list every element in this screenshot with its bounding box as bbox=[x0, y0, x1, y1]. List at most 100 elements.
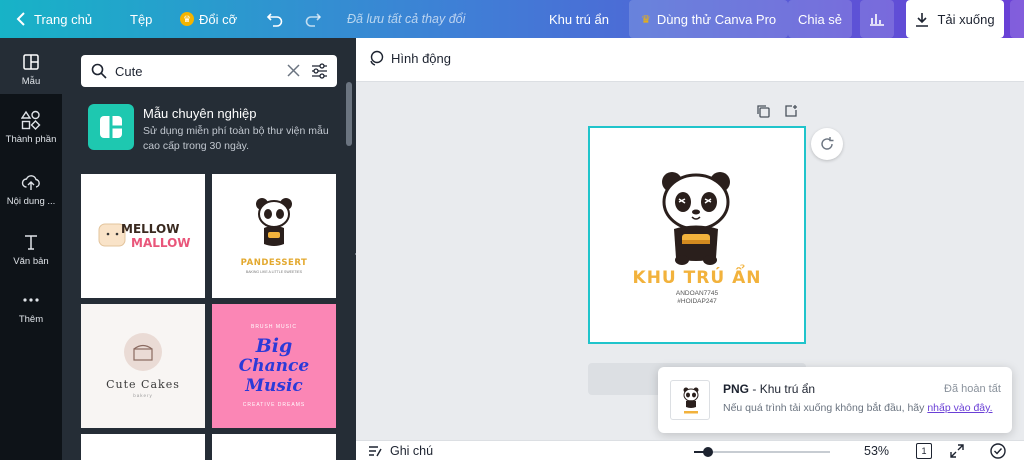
notes-icon bbox=[369, 446, 382, 457]
search-box bbox=[81, 55, 337, 87]
resize-label: Đổi cỡ bbox=[199, 11, 238, 27]
rail-item-text[interactable]: Văn bản bbox=[0, 232, 62, 267]
toast-title: PNG - Khu trú ẩn bbox=[723, 382, 815, 396]
design-title[interactable]: Khu trú ẩn bbox=[549, 0, 609, 38]
rail-label-more: Thêm bbox=[18, 314, 44, 325]
rail-label-text: Văn bản bbox=[13, 256, 49, 267]
bottom-bar: Ghi chú 53% 1 bbox=[356, 440, 1024, 460]
templates-icon bbox=[23, 54, 39, 70]
zoom-slider-handle[interactable] bbox=[702, 447, 713, 457]
panel-scrollbar[interactable] bbox=[346, 82, 352, 146]
home-button[interactable]: Trang chủ bbox=[16, 0, 92, 38]
music-line1: Big bbox=[255, 335, 293, 357]
more-options-button[interactable] bbox=[1010, 0, 1024, 38]
undo-button[interactable] bbox=[266, 0, 284, 38]
toast-thumbnail bbox=[670, 380, 710, 420]
rail-label-templates: Mẫu bbox=[21, 76, 41, 87]
rail-item-more[interactable]: Thêm bbox=[0, 290, 62, 325]
rail-label-uploads: Nội dung ... bbox=[6, 196, 56, 207]
music-line3: Music bbox=[245, 376, 303, 396]
animate-label: Hình động bbox=[391, 50, 451, 66]
notes-button[interactable]: Ghi chú bbox=[368, 444, 433, 458]
canvas-sub-line1: ANDOAN7745 bbox=[675, 290, 719, 297]
mellow-line2: MALLOW bbox=[131, 236, 191, 250]
music-arc-top: BRUSH MUSIC bbox=[250, 324, 297, 330]
redo-icon bbox=[305, 13, 322, 27]
search-icon bbox=[91, 63, 107, 79]
toast-help-text: Nếu quá trình tải xuống không bắt đầu, h… bbox=[723, 402, 928, 414]
cute-cakes-line2: bakery bbox=[133, 393, 153, 398]
toast-status: Đã hoàn tất bbox=[944, 383, 1001, 395]
file-menu[interactable]: Tệp bbox=[130, 0, 152, 38]
page-tools bbox=[756, 104, 798, 118]
pro-templates-icon bbox=[88, 104, 134, 150]
animate-button[interactable]: Hình động bbox=[368, 50, 451, 66]
templates-panel: Mẫu chuyên nghiệp Sử dụng miễn phí toàn … bbox=[62, 38, 356, 460]
cute-cakes-line1: Cute Cakes bbox=[106, 378, 180, 391]
add-page-icon[interactable] bbox=[784, 104, 798, 118]
cloud-upload-icon bbox=[21, 175, 40, 190]
filter-icon[interactable] bbox=[311, 63, 328, 79]
panda-illustration bbox=[662, 172, 730, 265]
template-thumb-mellow-mallow[interactable]: MELLOW MALLOW bbox=[81, 174, 205, 298]
music-line2: Chance bbox=[238, 356, 310, 376]
mellow-line1: MELLOW bbox=[121, 222, 180, 236]
bar-chart-icon bbox=[870, 14, 884, 26]
template-thumb-big-chance-music[interactable]: BRUSH MUSIC Big Chance Music CREATIVE DR… bbox=[212, 304, 336, 428]
rail-item-elements[interactable]: Thành phần bbox=[0, 110, 62, 145]
template-thumb-partial-left[interactable] bbox=[81, 434, 205, 460]
download-button[interactable]: Tải xuống bbox=[906, 0, 1004, 38]
top-bar: Trang chủ Tệp ♛ Đổi cỡ Đã lưu tất cả tha… bbox=[0, 0, 1024, 38]
zoom-slider[interactable] bbox=[694, 447, 830, 457]
design-canvas[interactable]: KHU TRÚ ẨN ANDOAN7745 #HOIDAP247 bbox=[588, 126, 806, 344]
toast-help: Nếu quá trình tải xuống không bắt đầu, h… bbox=[723, 402, 993, 414]
home-label: Trang chủ bbox=[34, 11, 93, 27]
pro-templates-promo[interactable]: Mẫu chuyên nghiệp Sử dụng miễn phí toàn … bbox=[88, 104, 338, 154]
rail-item-uploads[interactable]: Nội dung ... bbox=[0, 172, 62, 207]
promo-description: Sử dụng miễn phí toàn bộ thư viện mẫu ca… bbox=[143, 125, 329, 152]
download-icon bbox=[916, 12, 929, 27]
animate-icon bbox=[370, 50, 384, 66]
context-toolbar: Hình động bbox=[356, 38, 1024, 82]
canvas-brand-name: KHU TRÚ ẨN bbox=[632, 268, 762, 288]
clear-icon[interactable] bbox=[287, 64, 300, 77]
more-dots-icon bbox=[23, 298, 39, 302]
chevron-left-icon bbox=[16, 12, 25, 26]
zoom-level[interactable]: 53% bbox=[864, 444, 889, 458]
refresh-icon bbox=[821, 137, 834, 150]
template-thumb-pandessert[interactable]: PANDESSERT BAKING LIKE A LITTLE SWEETIES bbox=[212, 174, 336, 298]
cake-icon bbox=[124, 333, 162, 371]
left-rail: Mẫu Thành phần Nội dung ... Văn bản Thêm bbox=[0, 38, 62, 460]
canvas-sub-line2: #HOIDAP247 bbox=[677, 298, 717, 305]
fullscreen-icon[interactable] bbox=[950, 444, 964, 458]
canvas-subtext: ANDOAN7745 #HOIDAP247 bbox=[590, 290, 804, 306]
panda-thumbnail-icon bbox=[683, 387, 699, 414]
save-status: Đã lưu tất cả thay đổi bbox=[347, 12, 466, 26]
promo-title: Mẫu chuyên nghiệp bbox=[143, 106, 257, 121]
template-thumb-partial-right[interactable] bbox=[212, 434, 336, 460]
duplicate-page-icon[interactable] bbox=[756, 104, 770, 118]
share-button[interactable]: Chia sẻ bbox=[788, 0, 852, 38]
search-input[interactable] bbox=[115, 61, 275, 81]
check-circle-icon[interactable] bbox=[990, 443, 1006, 459]
crown-icon: ♛ bbox=[180, 12, 194, 26]
text-icon bbox=[25, 235, 37, 250]
magic-refresh-button[interactable] bbox=[811, 128, 843, 160]
music-arc-bottom: CREATIVE DREAMS bbox=[242, 402, 306, 408]
crown-icon: ♛ bbox=[641, 13, 651, 26]
resize-button[interactable]: ♛ Đổi cỡ bbox=[180, 0, 237, 38]
pandessert-line2: BAKING LIKE A LITTLE SWEETIES bbox=[245, 270, 303, 274]
toast-retry-link[interactable]: nhấp vào đây. bbox=[927, 402, 992, 414]
toast-file-name: Khu trú ẩn bbox=[759, 382, 816, 396]
rail-label-elements: Thành phần bbox=[5, 134, 57, 145]
download-toast: PNG - Khu trú ẩn Đã hoàn tất Nếu quá trì… bbox=[658, 367, 1012, 433]
try-pro-label: Dùng thử Canva Pro bbox=[656, 11, 777, 27]
template-thumb-cute-cakes[interactable]: Cute Cakes bakery bbox=[81, 304, 205, 428]
redo-button[interactable] bbox=[304, 0, 322, 38]
panda-icon bbox=[256, 198, 292, 246]
rail-item-templates[interactable]: Mẫu bbox=[0, 38, 62, 94]
page-count-button[interactable]: 1 bbox=[916, 443, 932, 459]
insights-button[interactable] bbox=[860, 0, 894, 38]
try-pro-button[interactable]: ♛ Dùng thử Canva Pro bbox=[629, 0, 789, 38]
toast-separator: - bbox=[749, 382, 760, 396]
